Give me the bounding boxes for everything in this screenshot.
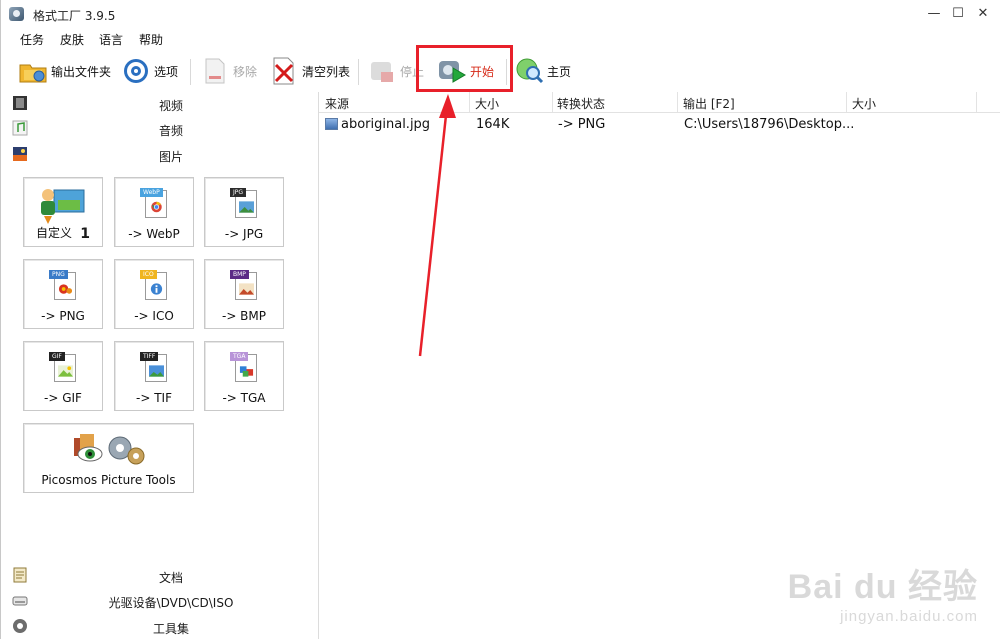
baidu-watermark: Bai du 经验 jingyan.baidu.com [788,559,978,625]
home-label: 主页 [547,64,572,79]
minimize-button[interactable]: — [922,4,946,24]
row-output: C:\Users\18796\Desktop... [684,117,855,132]
row-status: -> PNG [558,117,606,132]
task-list: 来源 大小 转换状态 输出 [F2] 大小 aboriginal.jpg 164… [319,92,1000,639]
bmp-file-icon: BMP [230,268,261,304]
column-source[interactable]: 来源 [325,95,349,112]
column-size[interactable]: 大小 [475,95,499,112]
tile-bmp-label: -> BMP [221,309,267,323]
globe-search-icon [514,56,544,86]
remove-doc-icon [200,56,230,86]
output-folder-button[interactable]: 输出文件夹 [18,55,111,87]
jpg-file-icon: JPG [230,186,261,222]
clear-list-icon [269,56,299,86]
gear-icon [121,56,151,86]
maximize-button[interactable]: ☐ [946,4,970,24]
folder-icon [18,56,48,86]
category-optical-drive[interactable]: 光驱设备\DVD\CD\ISO [1,589,319,613]
category-picture[interactable]: 图片 [1,143,319,167]
category-optical-drive-label: 光驱设备\DVD\CD\ISO [108,596,234,610]
watermark-url: jingyan.baidu.com [840,608,978,625]
options-button[interactable]: 选项 [121,55,178,87]
tile-tif[interactable]: TIFF -> TIF [114,341,194,411]
start-highlight-box [416,45,513,92]
png-file-icon: PNG [49,268,80,304]
webp-file-icon: WebP [140,186,171,222]
row-source: aboriginal.jpg [341,117,431,132]
clear-list-label: 清空列表 [302,64,351,79]
window-title: 格式工厂 3.9.5 [33,9,116,23]
tile-picosmos[interactable]: Picosmos Picture Tools [23,423,194,493]
task-list-header: 来源 大小 转换状态 输出 [F2] 大小 [319,92,1000,113]
toolbar-separator [358,59,359,85]
picosmos-tools-icon [72,432,152,468]
category-audio[interactable]: 音频 [1,117,319,141]
column-output[interactable]: 输出 [F2] [683,95,735,112]
column-divider[interactable] [469,92,470,112]
tile-jpg[interactable]: JPG -> JPG [204,177,284,247]
tile-tif-label: -> TIF [136,391,172,405]
close-button[interactable]: ✕ [971,4,995,24]
title-bar: 格式工厂 3.9.5 — ☐ ✕ [1,0,1000,28]
table-row[interactable]: aboriginal.jpg 164K -> PNG C:\Users\1879… [319,114,1000,134]
tile-ico[interactable]: ICO -> ICO [114,259,194,329]
custom-profile-icon [38,186,88,224]
gif-file-icon: GIF [49,350,80,386]
column-output-size[interactable]: 大小 [852,95,876,112]
tile-tga-label: -> TGA [222,391,266,405]
column-divider[interactable] [846,92,847,112]
remove-button[interactable]: 移除 [200,55,257,87]
sidebar: 视频 音频 图片 自定义 1 WebP -> WebP JPG -> JPG P… [1,92,319,639]
category-video[interactable]: 视频 [1,92,319,116]
tile-jpg-label: -> JPG [224,227,264,241]
category-toolset[interactable]: 工具集 [1,615,319,639]
app-logo-icon [9,7,24,21]
category-toolset-label: 工具集 [152,622,189,636]
column-status[interactable]: 转换状态 [557,95,605,112]
tile-ico-label: -> ICO [134,309,174,323]
app-window: 格式工厂 3.9.5 — ☐ ✕ 任务 皮肤 语言 帮助 输出文件夹 选项 移除… [0,0,1000,639]
category-picture-label: 图片 [158,150,183,164]
home-button[interactable]: 主页 [514,55,571,87]
toolbar-separator [190,59,191,85]
options-label: 选项 [154,64,179,79]
output-folder-label: 输出文件夹 [51,64,112,79]
column-divider[interactable] [677,92,678,112]
tile-tga[interactable]: TGA -> TGA [204,341,284,411]
menu-language[interactable]: 语言 [99,31,123,48]
tile-custom-label: 自定义 [36,226,73,240]
tile-bmp[interactable]: BMP -> BMP [204,259,284,329]
image-file-icon [325,118,338,130]
tga-file-icon: TGA [230,350,261,386]
tile-webp-label: -> WebP [128,227,180,241]
category-video-label: 视频 [158,99,183,113]
tile-picosmos-label: Picosmos Picture Tools [41,473,176,487]
column-divider[interactable] [552,92,553,112]
tile-custom[interactable]: 自定义 1 [23,177,103,247]
tile-gif[interactable]: GIF -> GIF [23,341,103,411]
category-document-label: 文档 [158,571,183,585]
row-size: 164K [476,117,510,132]
ico-file-icon: ICO [140,268,171,304]
category-document[interactable]: 文档 [1,564,319,588]
watermark-brand: Bai du 经验 [787,568,978,606]
menu-skin[interactable]: 皮肤 [60,31,84,48]
tile-webp[interactable]: WebP -> WebP [114,177,194,247]
tile-custom-count: 1 [80,226,90,242]
remove-label: 移除 [233,64,258,79]
column-divider[interactable] [976,92,977,112]
tile-png[interactable]: PNG -> PNG [23,259,103,329]
menu-task[interactable]: 任务 [20,31,44,48]
clear-list-button[interactable]: 清空列表 [269,55,350,87]
stop-icon [367,56,397,86]
category-audio-label: 音频 [158,124,183,138]
tif-file-icon: TIFF [140,350,171,386]
tile-png-label: -> PNG [41,309,85,323]
tile-gif-label: -> GIF [44,391,82,405]
menu-help[interactable]: 帮助 [139,31,163,48]
